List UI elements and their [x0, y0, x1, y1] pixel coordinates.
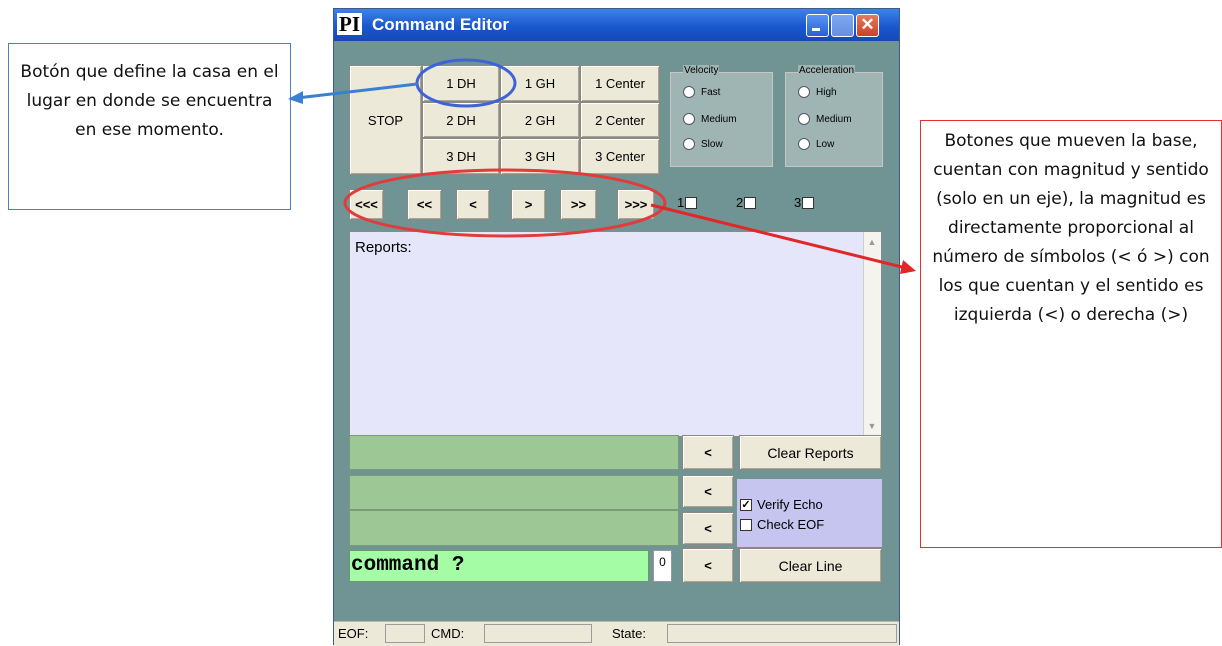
- move-left-2-button[interactable]: <<: [407, 189, 442, 220]
- window-title: Command Editor: [372, 15, 509, 34]
- radio-icon: [798, 138, 810, 150]
- move-right-1-button[interactable]: >: [511, 189, 546, 220]
- recall-command-button[interactable]: <: [682, 548, 734, 583]
- verify-echo-checkbox[interactable]: ✓ Verify Echo: [740, 497, 823, 512]
- home-3-dh-button[interactable]: 3 DH: [422, 138, 500, 175]
- maximize-button[interactable]: [831, 14, 854, 37]
- center-1-button[interactable]: 1 Center: [580, 65, 660, 102]
- home-2-dh-button[interactable]: 2 DH: [422, 102, 500, 138]
- axis-2-checkbox[interactable]: 2: [736, 195, 757, 210]
- scroll-down-icon[interactable]: ▼: [865, 419, 879, 433]
- acceleration-high-option[interactable]: High: [798, 86, 837, 98]
- status-eof-value: [385, 624, 425, 643]
- annotation-move-buttons: Botones que mueven la base, cuentan con …: [920, 120, 1222, 548]
- title-bar[interactable]: PI Command Editor ✕: [334, 9, 899, 41]
- history-line-3[interactable]: [349, 510, 679, 546]
- scroll-up-icon[interactable]: ▲: [865, 235, 879, 249]
- status-cmd-label: CMD:: [431, 626, 465, 641]
- velocity-fast-option[interactable]: Fast: [683, 86, 720, 98]
- recall-line-2-button[interactable]: <: [682, 475, 734, 508]
- stop-button[interactable]: STOP: [349, 65, 422, 175]
- checkbox-icon: [685, 196, 698, 209]
- minimize-icon: [812, 28, 820, 31]
- center-3-button[interactable]: 3 Center: [580, 138, 660, 175]
- command-editor-window: PI Command Editor ✕ STOP 1 DH 1 GH 1 Cen…: [333, 8, 900, 646]
- move-right-3-button[interactable]: >>>: [617, 189, 655, 220]
- acceleration-low-option[interactable]: Low: [798, 138, 834, 150]
- annotation-home-button: Botón que define la casa en el lugar en …: [8, 43, 291, 210]
- move-left-1-button[interactable]: <: [456, 189, 490, 220]
- status-eof-label: EOF:: [338, 626, 369, 641]
- clear-line-button[interactable]: Clear Line: [739, 548, 882, 583]
- acceleration-group: Acceleration High Medium Low: [785, 65, 883, 167]
- annotation-home-text: Botón que define la casa en el lugar en …: [20, 62, 279, 140]
- options-panel: ✓ Verify Echo Check EOF: [737, 479, 882, 547]
- clear-reports-button[interactable]: Clear Reports: [739, 435, 882, 470]
- reports-label: Reports:: [355, 239, 412, 256]
- status-cmd-value: [484, 624, 592, 643]
- home-3-gh-button[interactable]: 3 GH: [500, 138, 580, 175]
- velocity-title: Velocity: [683, 65, 720, 76]
- radio-icon: [798, 86, 810, 98]
- center-2-button[interactable]: 2 Center: [580, 102, 660, 138]
- acceleration-title: Acceleration: [798, 65, 856, 76]
- status-bar: EOF: CMD: State:: [334, 621, 899, 646]
- red-arrow-head-icon: [900, 260, 916, 274]
- acceleration-medium-option[interactable]: Medium: [798, 113, 852, 125]
- checkbox-icon: [744, 196, 757, 209]
- close-button[interactable]: ✕: [856, 14, 879, 37]
- move-left-3-button[interactable]: <<<: [349, 189, 384, 220]
- minimize-button[interactable]: [806, 14, 829, 37]
- velocity-group: Velocity Fast Medium Slow: [670, 65, 773, 167]
- checkmark-icon: ✓: [740, 498, 752, 511]
- home-2-gh-button[interactable]: 2 GH: [500, 102, 580, 138]
- radio-icon: [683, 86, 695, 98]
- close-icon: ✕: [860, 15, 875, 34]
- axis-1-checkbox[interactable]: 1: [677, 195, 698, 210]
- history-line-1[interactable]: [349, 435, 679, 470]
- home-1-gh-button[interactable]: 1 GH: [500, 65, 580, 102]
- reports-textarea[interactable]: Reports: ▲ ▼: [349, 231, 882, 437]
- radio-icon: [683, 113, 695, 125]
- reports-scrollbar[interactable]: ▲ ▼: [863, 232, 881, 436]
- check-eof-checkbox[interactable]: Check EOF: [740, 517, 824, 532]
- home-1-dh-button[interactable]: 1 DH: [422, 65, 500, 102]
- status-state-value: [667, 624, 897, 643]
- velocity-slow-option[interactable]: Slow: [683, 138, 723, 150]
- command-counter: 0: [653, 550, 672, 582]
- pi-logo: PI: [337, 12, 362, 36]
- velocity-medium-option[interactable]: Medium: [683, 113, 737, 125]
- radio-icon: [683, 138, 695, 150]
- axis-3-checkbox[interactable]: 3: [794, 195, 815, 210]
- radio-icon: [798, 113, 810, 125]
- recall-line-1-button[interactable]: <: [682, 435, 734, 470]
- move-right-2-button[interactable]: >>: [560, 189, 597, 220]
- status-state-label: State:: [612, 626, 646, 641]
- checkbox-icon: [740, 518, 752, 531]
- annotation-move-text: Botones que mueven la base, cuentan con …: [932, 131, 1210, 325]
- command-input[interactable]: command ?: [349, 550, 649, 582]
- recall-line-3-button[interactable]: <: [682, 512, 734, 545]
- checkbox-icon: [802, 196, 815, 209]
- history-line-2[interactable]: [349, 475, 679, 510]
